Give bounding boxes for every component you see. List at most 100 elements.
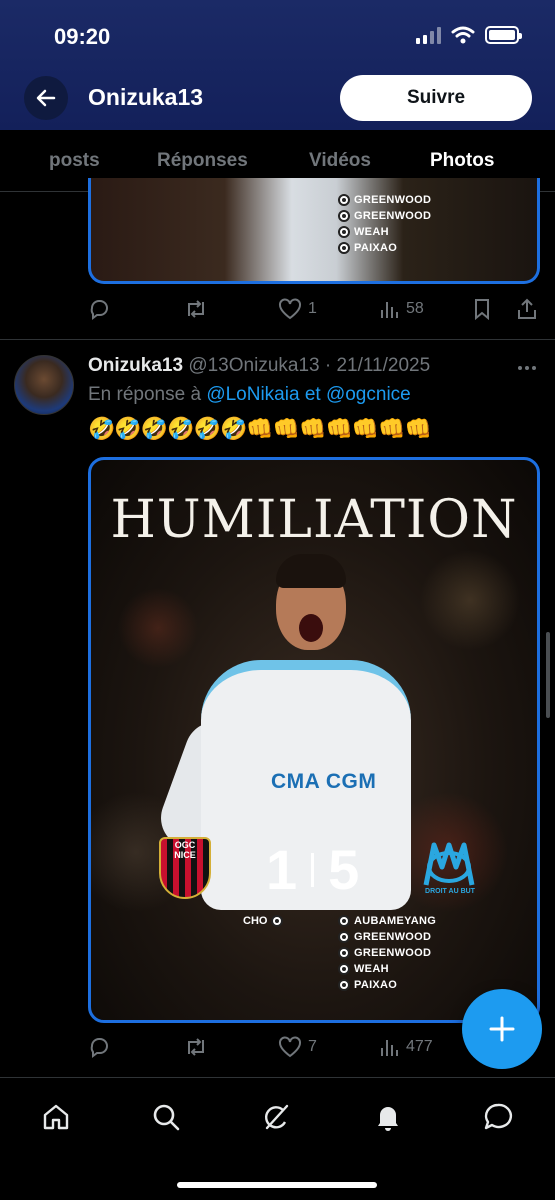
tab-replies[interactable]: Réponses [157, 150, 248, 172]
player-hair [276, 554, 346, 588]
signal-icon [416, 26, 441, 44]
scorer-item: GREENWOOD [338, 931, 436, 943]
battery-icon [485, 26, 522, 44]
shirt-sponsor: CMA CGM [271, 770, 377, 793]
scorer-item: WEAH [338, 963, 436, 975]
views-button[interactable]: 477 [378, 1036, 433, 1058]
like-count: 1 [308, 300, 317, 317]
scorer-item: AUBAMEYANG [338, 915, 436, 927]
football-icon [271, 915, 284, 927]
football-icon [338, 915, 350, 927]
heart-icon [279, 1036, 301, 1058]
om-motto: DROIT AU BUT [425, 888, 475, 895]
profile-header: 09:20 Onizuka13 Suivre [0, 0, 555, 130]
nav-notifications[interactable] [372, 1101, 404, 1133]
away-scorers-list: AUBAMEYANG GREENWOOD GREENWOOD WEAH PAIX… [338, 915, 436, 991]
profile-title: Onizuka13 [88, 84, 204, 110]
share-button[interactable] [516, 298, 538, 320]
post-date[interactable]: 21/11/2025 [336, 355, 430, 376]
tab-posts[interactable]: posts [49, 150, 100, 172]
scorer-item: GREENWOOD [338, 194, 431, 206]
home-scorer: CHO [243, 915, 284, 927]
mention-link[interactable]: @LoNikaia [206, 384, 299, 405]
reply-context: En réponse à @LoNikaia et @ogcnice [88, 384, 411, 406]
search-icon [153, 1104, 180, 1131]
bookmark-button[interactable] [472, 298, 492, 320]
post-author-line: Onizuka13 @13Onizuka13 · 21/11/2025 [88, 355, 430, 377]
football-icon [338, 979, 350, 991]
nav-messages[interactable] [482, 1101, 514, 1133]
follow-button[interactable]: Suivre [340, 75, 532, 121]
football-icon [338, 242, 350, 254]
views-count: 58 [406, 300, 424, 317]
previous-scorers-list: GREENWOOD GREENWOOD WEAH PAIXAO [338, 194, 431, 254]
nav-home[interactable] [40, 1101, 72, 1133]
status-time: 09:20 [54, 24, 111, 49]
om-crest-icon [423, 842, 475, 886]
arrow-left-icon [36, 89, 56, 107]
home-indicator [177, 1182, 377, 1188]
tab-photos[interactable]: Photos [430, 150, 494, 172]
wifi-icon [451, 26, 475, 44]
back-button[interactable] [24, 76, 68, 120]
status-icons [416, 26, 522, 44]
repost-button[interactable] [184, 298, 208, 320]
author-name[interactable]: Onizuka13 [88, 355, 183, 376]
ogc-nice-crest-text: OGC NICE [174, 840, 196, 860]
scrollbar[interactable] [546, 632, 550, 718]
post-media-image[interactable]: HUMILIATION CMA CGM OGC NICE 1 5 DROIT A… [88, 457, 540, 1023]
repost-icon [188, 1038, 204, 1056]
reply-and: et [304, 384, 321, 405]
previous-post-media[interactable]: GREENWOOD GREENWOOD WEAH PAIXAO [88, 178, 540, 284]
football-icon [338, 947, 350, 959]
meta-separator: · [324, 355, 332, 376]
like-button[interactable]: 1 [278, 298, 317, 320]
football-icon [338, 210, 350, 222]
post-divider [0, 339, 555, 340]
media-headline: HUMILIATION [110, 490, 518, 550]
football-icon [338, 194, 350, 206]
heart-icon [279, 298, 301, 320]
reply-icon [90, 300, 108, 320]
previous-post-actions: 1 58 [88, 294, 540, 324]
post-text: 🤣🤣🤣🤣🤣🤣👊👊👊👊👊👊👊 [88, 416, 432, 441]
views-icon [381, 302, 398, 318]
bookmark-icon [475, 299, 489, 320]
like-button[interactable]: 7 [278, 1036, 317, 1058]
messages-icon [484, 1103, 513, 1130]
scorer-item: PAIXAO [338, 979, 436, 991]
share-icon [518, 298, 536, 319]
score-separator [311, 852, 315, 887]
like-count: 7 [308, 1038, 317, 1055]
views-icon [381, 1040, 398, 1056]
football-icon [338, 226, 350, 238]
avatar[interactable] [14, 355, 74, 415]
reply-button[interactable] [88, 1036, 110, 1058]
repost-button[interactable] [184, 1036, 208, 1058]
plus-icon [489, 1016, 515, 1042]
views-button[interactable]: 58 [378, 298, 424, 320]
scorer-item: GREENWOOD [338, 947, 436, 959]
nav-grok[interactable] [260, 1101, 292, 1133]
author-handle[interactable]: @13Onizuka13 [188, 355, 319, 376]
compose-button[interactable] [462, 989, 542, 1069]
football-icon [338, 931, 350, 943]
football-icon [338, 963, 350, 975]
mention-link[interactable]: @ogcnice [326, 384, 411, 405]
bell-icon [378, 1107, 398, 1131]
home-score: 1 [266, 838, 298, 901]
scorer-item: WEAH [338, 226, 431, 238]
home-icon [43, 1104, 69, 1130]
reply-prefix: En réponse à [88, 384, 202, 405]
views-count: 477 [406, 1038, 433, 1055]
repost-icon [188, 300, 204, 318]
reply-button[interactable] [88, 298, 110, 320]
reply-icon [90, 1038, 108, 1058]
player-mouth [299, 614, 323, 642]
scorer-item: PAIXAO [338, 242, 431, 254]
tab-videos[interactable]: Vidéos [309, 150, 371, 172]
more-options-icon[interactable] [518, 366, 536, 370]
scorer-item: GREENWOOD [338, 210, 431, 222]
grok-icon [264, 1104, 289, 1130]
nav-search[interactable] [150, 1101, 182, 1133]
